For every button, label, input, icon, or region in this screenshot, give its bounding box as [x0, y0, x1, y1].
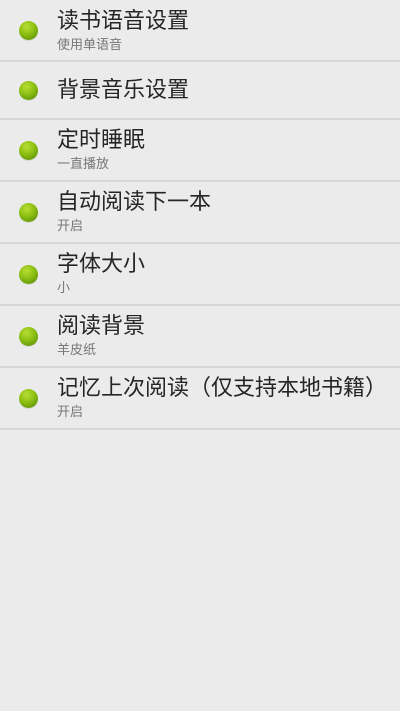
green-bullet-icon [19, 327, 38, 346]
setting-item-remember-last-read[interactable]: 记忆上次阅读（仅支持本地书籍） 开启 [0, 368, 400, 430]
setting-item-reading-background[interactable]: 阅读背景 羊皮纸 [0, 306, 400, 368]
setting-item-sleep-timer[interactable]: 定时睡眠 一直播放 [0, 120, 400, 182]
setting-title: 记忆上次阅读（仅支持本地书籍） [57, 376, 388, 401]
setting-title: 字体大小 [57, 252, 146, 277]
setting-title: 定时睡眠 [57, 128, 146, 153]
settings-list: 读书语音设置 使用单语音 背景音乐设置 定时睡眠 一直播放 自动阅读下一本 开启… [0, 0, 400, 430]
setting-item-auto-read-next[interactable]: 自动阅读下一本 开启 [0, 182, 400, 244]
green-bullet-icon [19, 81, 38, 100]
setting-subtitle: 开启 [57, 219, 84, 234]
setting-title: 阅读背景 [57, 314, 146, 339]
setting-title: 读书语音设置 [57, 9, 190, 34]
setting-subtitle: 羊皮纸 [57, 343, 97, 358]
green-bullet-icon [19, 141, 38, 160]
setting-subtitle: 小 [57, 281, 71, 296]
setting-title: 背景音乐设置 [57, 78, 190, 103]
setting-subtitle: 使用单语音 [57, 38, 123, 53]
green-bullet-icon [19, 203, 38, 222]
setting-item-tts-voice[interactable]: 读书语音设置 使用单语音 [0, 0, 400, 62]
green-bullet-icon [19, 21, 38, 40]
setting-item-font-size[interactable]: 字体大小 小 [0, 244, 400, 306]
setting-subtitle: 一直播放 [57, 157, 110, 172]
setting-subtitle: 开启 [57, 405, 84, 420]
green-bullet-icon [19, 389, 38, 408]
green-bullet-icon [19, 265, 38, 284]
setting-title: 自动阅读下一本 [57, 190, 212, 215]
setting-item-background-music[interactable]: 背景音乐设置 [0, 62, 400, 120]
